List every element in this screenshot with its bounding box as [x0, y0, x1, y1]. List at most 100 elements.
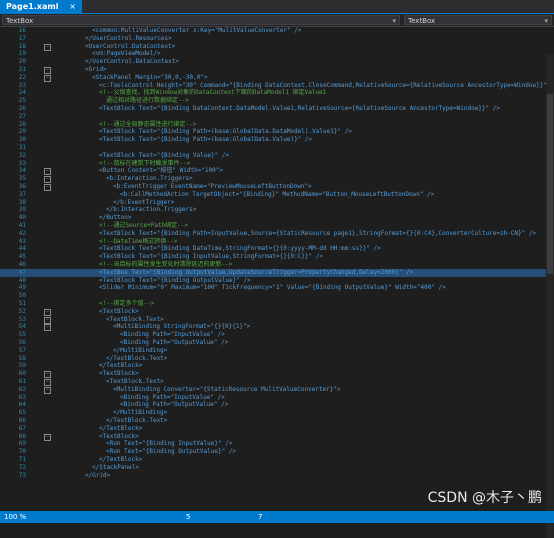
code-line[interactable]: 21− <Grid> [0, 66, 554, 74]
code-line[interactable]: 38 </b:EventTrigger> [0, 199, 554, 207]
left-element-label: TextBox [6, 17, 34, 25]
line-number: 38 [18, 198, 26, 206]
code-line[interactable]: 29 <TextBlock Text="{Binding Path=(base:G… [0, 128, 554, 136]
code-line[interactable]: 18− <UserControl.DataContext> [0, 43, 554, 51]
line-number: 47 [18, 268, 26, 276]
line-number: 56 [18, 339, 26, 346]
code-line[interactable]: 60− <TextBlock> [0, 370, 554, 379]
code-line[interactable]: 72 </StackPanel> [0, 464, 554, 472]
code-line[interactable]: 57 </MultiBinding> [0, 347, 554, 355]
code-line[interactable]: 35− <b:Interaction.Triggers> [0, 175, 554, 184]
code-line[interactable]: 65 </MultiBinding> [0, 409, 554, 417]
code-line[interactable]: 53− <TextBlock.Text> [0, 316, 554, 324]
code-line[interactable]: 51 <!--绑定多个值--> [0, 300, 554, 308]
line-number: 62 [18, 385, 26, 393]
code-line[interactable]: 64 <Binding Path="OutputValue" /> [0, 401, 554, 409]
code-line[interactable]: 30 <TextBlock Text="{Binding Path=(base:G… [0, 136, 554, 144]
code-text: <TextBlock Text="{Binding Path=(base:Glo… [99, 136, 313, 144]
char-indicator: 7 [258, 513, 263, 521]
code-text: <b:CallMethodAction TargetObject="{Bindi… [120, 190, 435, 198]
code-line[interactable]: 70 <Run Text="{Binding OutputValue}" /> [0, 448, 554, 456]
code-text: <vm:PageViewModel/> [92, 50, 161, 58]
code-line[interactable]: 19 <vm:PageViewModel/> [0, 50, 554, 58]
right-element-dropdown[interactable]: TextBox ▾ [404, 15, 552, 25]
line-number: 57 [18, 346, 26, 354]
code-text: </UserControl.DataContext> [85, 58, 179, 66]
code-line[interactable]: 63 <Binding Path="InputValue" /> [0, 394, 554, 402]
code-line[interactable]: 36− <b:EventTrigger EventName="PreviewMou… [0, 183, 554, 191]
code-line[interactable]: 40 </Button> [0, 214, 554, 222]
code-line[interactable]: 27 [0, 113, 554, 121]
code-line[interactable]: 45 <TextBlock Text="{Binding InputValue,S… [0, 253, 554, 261]
tab-page1-xaml[interactable]: Page1.xaml × [0, 0, 82, 13]
scrollbar-thumb[interactable] [547, 94, 553, 274]
code-text: </TextBlock.Text> [106, 417, 168, 424]
line-number: 35 [18, 175, 26, 183]
line-number: 21 [18, 66, 26, 73]
code-line[interactable]: 26 <TextBlock Text="{Binding DataContext.… [0, 105, 554, 113]
code-text: </UserControl.Resources> [85, 34, 172, 42]
code-line[interactable]: 62− <MultiBinding Converter="{StaticResou… [0, 386, 554, 394]
code-line[interactable]: 54− <MultiBinding StringFormat="{}{0}{1}"… [0, 323, 554, 332]
code-line[interactable]: 73 </Grid> [0, 472, 554, 480]
code-line[interactable]: 71 </TextBlock> [0, 456, 554, 464]
code-line[interactable]: 43 <!--DateTime格式转换--> [0, 238, 554, 246]
line-number: 49 [18, 284, 26, 292]
code-text: <MultiBinding StringFormat="{}{0}{1}"> [113, 323, 251, 331]
vertical-scrollbar[interactable] [546, 54, 554, 538]
code-line[interactable]: 58 </TextBlock.Text> [0, 355, 554, 363]
code-line[interactable]: 55 <Binding Path="InputValue" /> [0, 331, 554, 339]
code-editor[interactable]: 16 <common:MultiValueConverter x:Key="Mul… [0, 27, 554, 538]
code-line[interactable]: 22− <StackPanel Margin="30,0,-30,0"> [0, 74, 554, 82]
code-line[interactable]: 34− <Button Content="按钮" Width="100"> [0, 167, 554, 176]
code-line[interactable]: 28 <!--通过全局静态属性进行绑定--> [0, 121, 554, 129]
code-line[interactable]: 42 <TextBlock Text="{Binding Path=InputVa… [0, 230, 554, 238]
code-line[interactable]: 47 <TextBox Text="{Binding OutputValue,Up… [0, 268, 554, 277]
code-line[interactable]: 59 </TextBlock> [0, 362, 554, 370]
code-line[interactable]: 67 </TextBlock> [0, 425, 554, 433]
code-text: <Binding Path="OutputValue" /> [120, 339, 229, 346]
code-line[interactable]: 16 <common:MultiValueConverter x:Key="Mul… [0, 27, 554, 35]
code-line[interactable]: 52− <TextBlock> [0, 308, 554, 316]
line-number: 48 [18, 276, 26, 284]
close-icon[interactable]: × [69, 2, 76, 11]
code-line[interactable]: 24 <!--父级查找，找到Window对象的DataContext下面的Data… [0, 89, 554, 97]
code-line[interactable]: 37 <b:CallMethodAction TargetObject="{Bin… [0, 191, 554, 199]
line-number: 19 [18, 50, 26, 58]
code-line[interactable]: 61− <TextBlock.Text> [0, 378, 554, 386]
code-line[interactable]: 66 </TextBlock.Text> [0, 417, 554, 425]
code-line[interactable]: 69 <Run Text="{Binding InputValue}" /> [0, 440, 554, 448]
code-text: </TextBlock> [99, 362, 143, 370]
code-line[interactable]: 49 <Slider Minimum="0" Maximum="100" Tick… [0, 284, 554, 292]
code-text: </b:Interaction.Triggers> [106, 206, 197, 214]
left-element-dropdown[interactable]: TextBox ▾ [2, 15, 400, 25]
code-line[interactable]: 48 <TextBlock Text="{Binding OutputValue}… [0, 277, 554, 285]
zoom-level[interactable]: 100 % [4, 511, 26, 523]
code-line[interactable]: 44 <TextBlock Text="{Binding DateTime,Str… [0, 245, 554, 253]
code-line[interactable]: 25 通过相对路径进行数据绑定--> [0, 97, 554, 105]
code-line[interactable]: 33 <!--鼠标在建筑下时触发事件--> [0, 160, 554, 168]
line-number: 70 [18, 448, 26, 456]
code-text: <TextBlock.Text> [106, 315, 164, 323]
code-line[interactable]: 56 <Binding Path="OutputValue" /> [0, 339, 554, 347]
line-number: 36 [18, 183, 26, 190]
line-number: 44 [18, 245, 26, 253]
code-line[interactable]: 68− <TextBlock> [0, 433, 554, 441]
code-text: <Binding Path="OutputValue" /> [120, 401, 229, 409]
code-line[interactable]: 39 </b:Interaction.Triggers> [0, 206, 554, 214]
code-line[interactable]: 46 <!--当目标的属性发生变化时清除延迟的更新--> [0, 261, 554, 269]
line-number: 16 [18, 27, 26, 34]
code-line[interactable]: 17 </UserControl.Resources> [0, 35, 554, 43]
line-number: 53 [18, 315, 26, 323]
code-line[interactable]: 20 </UserControl.DataContext> [0, 58, 554, 66]
code-text: </TextBlock> [99, 456, 143, 463]
code-line[interactable]: 41 <!--通过Source+Path绑定--> [0, 222, 554, 230]
line-number: 29 [18, 128, 26, 136]
code-text: <Run Text="{Binding OutputValue}" /> [106, 448, 237, 456]
code-line[interactable]: 31 [0, 144, 554, 152]
code-line[interactable]: 50 [0, 292, 554, 300]
line-number: 32 [18, 151, 26, 159]
line-number: 68 [18, 432, 26, 440]
code-line[interactable]: 32 <TextBlock Text="{Binding Value}" /> [0, 152, 554, 160]
code-text: <Run Text="{Binding InputValue}" /> [106, 440, 233, 448]
